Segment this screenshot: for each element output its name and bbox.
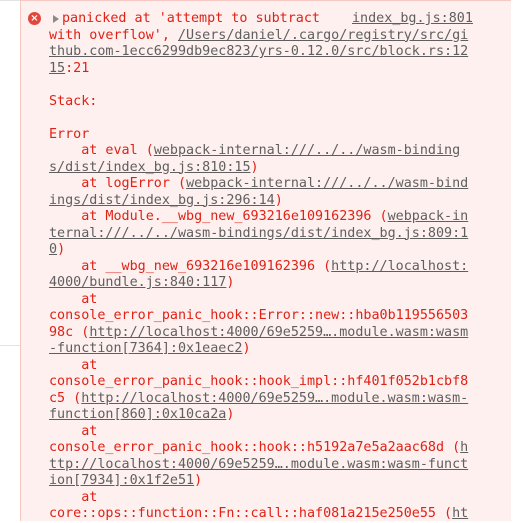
- stack-link[interactable]: webpack-internal:///../../wasm-binding: [154, 143, 460, 158]
- message-line: 15:21: [49, 61, 89, 78]
- expand-triangle-icon[interactable]: [53, 15, 59, 23]
- stack-link[interactable]: http://localhost:4000/69e5259….module.wa…: [81, 391, 468, 406]
- stack-link[interactable]: -function[7364]:0x1eaec2: [49, 341, 242, 356]
- message-text-span: console_error_panic_hook::hook_impl::hf4…: [49, 374, 469, 389]
- message-line: at: [49, 292, 97, 309]
- message-line: with overflow', /Users/daniel/.cargo/reg…: [49, 28, 468, 45]
- message-line: 0): [49, 242, 65, 259]
- stack-link[interactable]: http://localhost:: [331, 259, 468, 274]
- message-text-span: c5 (: [49, 390, 82, 406]
- message-line: ings/dist/index_bg.js:296:14): [49, 193, 283, 210]
- stack-link[interactable]: ings/dist/index_bg.js:296:14: [49, 193, 275, 208]
- message-line: 4000/bundle.js:840:117): [49, 275, 234, 292]
- stack-link[interactable]: 15: [49, 61, 65, 76]
- message-line: at logError (webpack-internal:///../../w…: [49, 176, 468, 193]
- scrollbar-track[interactable]: [511, 0, 515, 520]
- message-line: ion[7934]:0x1f2e51): [49, 473, 202, 490]
- message-line: Error: [49, 127, 89, 144]
- message-line: c5 (http://localhost:4000/69e5259….modul…: [49, 391, 468, 408]
- stack-link[interactable]: http://localhost:4000/69e5259….module.wa…: [89, 325, 468, 340]
- stack-link[interactable]: ion[7934]:0x1f2e51: [49, 473, 194, 488]
- message-text-span: 98c (: [49, 324, 90, 340]
- message-text-span: console_error_panic_hook::Error::new::hb…: [49, 308, 469, 323]
- message-text-span: ): [250, 159, 259, 175]
- message-text-span: core::ops::function::Fn::call::haf081a21…: [49, 506, 453, 521]
- source-location-link[interactable]: index_bg.js:801: [352, 11, 473, 28]
- message-line: at __wbg_new_693216e109162396 (http://lo…: [49, 259, 468, 276]
- message-line: at: [49, 490, 97, 507]
- message-line: -function[7364]:0x1eaec2): [49, 341, 251, 358]
- stack-link[interactable]: webpack-in: [388, 209, 469, 224]
- stack-link[interactable]: /Users/daniel/.cargo/registry/src/gi: [178, 28, 468, 43]
- message-text-span: at logError (: [49, 176, 187, 191]
- message-text-span: ): [242, 341, 251, 356]
- message-text-span: Error: [49, 126, 90, 142]
- stack-link[interactable]: function[860]:0x10ca2a: [49, 407, 226, 422]
- stack-link[interactable]: ternal:///../../wasm-bindings/dist/index…: [49, 226, 468, 241]
- message-line: ternal:///../../wasm-bindings/dist/index…: [49, 226, 468, 243]
- message-text-span: at: [49, 357, 98, 373]
- row-divider: [0, 0, 20, 1]
- message-line: console_error_panic_hook::hook_impl::hf4…: [49, 374, 468, 391]
- message-line: core::ops::function::Fn::call::haf081a21…: [49, 506, 468, 523]
- stack-link[interactable]: 4000/bundle.js:840:117: [49, 275, 226, 290]
- message-text-span: ): [274, 192, 283, 208]
- error-icon: ×: [28, 12, 41, 25]
- message-line: at: [49, 358, 97, 375]
- message-line: at eval (webpack-internal:///../../wasm-…: [49, 143, 460, 160]
- message-text-span: at Module.__wbg_new_693216e109162396 (: [49, 209, 388, 224]
- message-text-span: at: [49, 489, 98, 505]
- message-text-span: ): [194, 473, 203, 488]
- stack-link[interactable]: webpack-internal:///../../wasm-bind: [186, 176, 468, 191]
- message-line: panicked at 'attempt to subtract: [62, 11, 320, 28]
- message-text-span: at: [49, 291, 98, 307]
- message-text-span: panicked at 'attempt to subtract: [62, 11, 320, 26]
- message-text-span: with overflow',: [49, 27, 178, 43]
- message-line: Stack:: [49, 94, 97, 111]
- left-pane: [0, 0, 20, 520]
- message-line: function[860]:0x10ca2a): [49, 407, 234, 424]
- row-divider: [0, 345, 20, 346]
- message-text-span: ): [226, 275, 235, 290]
- message-line: ttp://localhost:4000/69e5259….module.was…: [49, 457, 468, 474]
- message-line: at: [49, 424, 97, 441]
- message-text-span: at __wbg_new_693216e109162396 (: [49, 258, 332, 274]
- message-line: s/dist/index_bg.js:810:15): [49, 160, 259, 177]
- message-text-span: ): [57, 242, 66, 257]
- message-text-span: at eval (: [49, 143, 154, 158]
- message-line: 98c (http://localhost:4000/69e5259….modu…: [49, 325, 468, 342]
- message-text-span: Stack:: [49, 93, 98, 109]
- message-text-span: console_error_panic_hook::hook::h5192a7e…: [49, 440, 461, 455]
- stack-link[interactable]: s/dist/index_bg.js:810:15: [49, 160, 251, 175]
- stack-link[interactable]: h: [460, 440, 468, 455]
- stack-link[interactable]: 0: [49, 242, 57, 257]
- stack-link[interactable]: ttp://localhost:4000/69e5259….module.was…: [49, 457, 468, 472]
- console-error-message: × index_bg.js:801 panicked at 'attempt t…: [20, 0, 512, 521]
- message-text-span: :21: [65, 60, 90, 76]
- message-line: at Module.__wbg_new_693216e109162396 (we…: [49, 209, 468, 226]
- message-line: thub.com-1ecc6299db9ec823/yrs-0.12.0/src…: [49, 44, 468, 61]
- stack-link[interactable]: ht: [452, 506, 468, 521]
- stack-link[interactable]: thub.com-1ecc6299db9ec823/yrs-0.12.0/src…: [49, 44, 468, 59]
- message-text-span: ): [226, 407, 235, 422]
- message-text-span: at: [49, 423, 98, 439]
- message-line: console_error_panic_hook::Error::new::hb…: [49, 308, 468, 325]
- message-line: console_error_panic_hook::hook::h5192a7e…: [49, 440, 468, 457]
